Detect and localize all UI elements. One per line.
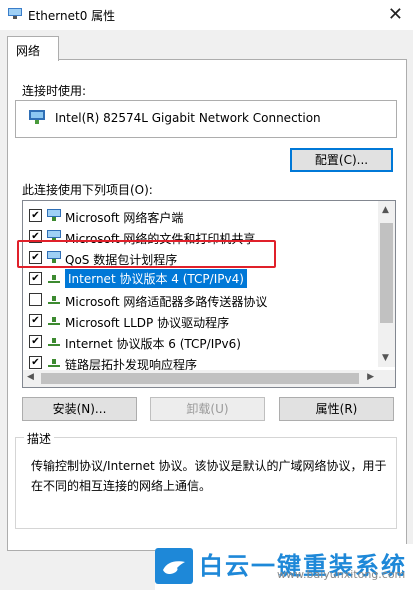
checkbox[interactable]: ✔ (29, 314, 42, 327)
watermark-url: www.baiyunxitong.com (277, 568, 406, 581)
highlight-box (17, 240, 276, 268)
protocol-icon (48, 296, 60, 304)
tab-network-label: 网络 (16, 44, 41, 58)
checkbox[interactable]: ✔ (29, 335, 42, 348)
connect-using-label: 连接时使用: (22, 84, 87, 98)
close-icon[interactable]: ✕ (388, 4, 403, 25)
protocol-icon (48, 317, 60, 325)
checkbox[interactable] (29, 293, 42, 306)
list-item-selected[interactable]: ✔ Internet 协议版本 4 (TCP/IPv4) (23, 268, 375, 289)
title-bar: Ethernet0 属性 ✕ (0, 0, 413, 30)
item-label: Microsoft LLDP 协议驱动程序 (65, 316, 230, 330)
description-text: 传输控制协议/Internet 协议。该协议是默认的广域网络协议，用于在不同的相… (31, 459, 387, 493)
list-item[interactable]: ✔ Microsoft LLDP 协议驱动程序 (23, 310, 375, 331)
description-group: 描述 传输控制协议/Internet 协议。该协议是默认的广域网络协议，用于在不… (15, 430, 397, 529)
scroll-corner (378, 370, 395, 387)
uninstall-button[interactable]: 卸载(U) (150, 397, 265, 421)
adapter-name: Intel(R) 82574L Gigabit Network Connecti… (55, 111, 321, 125)
bird-logo-icon (155, 548, 193, 584)
scroll-up-icon[interactable]: ▲ (382, 205, 389, 215)
scroll-left-icon[interactable]: ◀ (27, 372, 34, 382)
bird-icon (163, 561, 185, 574)
scroll-down-icon[interactable]: ▼ (382, 353, 389, 363)
checkbox[interactable]: ✔ (29, 272, 42, 285)
tab-network[interactable]: 网络 (7, 36, 59, 61)
list-item[interactable]: ✔ Internet 协议版本 6 (TCP/IPv6) (23, 331, 375, 352)
scroll-thumb[interactable] (41, 373, 359, 384)
vertical-scrollbar[interactable]: ▲ ▼ (378, 201, 395, 367)
watermark: 白云一键重装系统 www.baiyunxitong.com (155, 544, 413, 590)
description-legend: 描述 (24, 430, 55, 447)
adapter-box: Intel(R) 82574L Gigabit Network Connecti… (15, 100, 397, 138)
checkbox[interactable]: ✔ (29, 209, 42, 222)
configure-button[interactable]: 配置(C)... (290, 148, 393, 172)
install-button[interactable]: 安装(N)... (22, 397, 137, 421)
properties-button[interactable]: 属性(R) (279, 397, 394, 421)
scroll-thumb[interactable] (380, 223, 393, 323)
item-label: Internet 协议版本 6 (TCP/IPv6) (65, 337, 241, 351)
window-title: Ethernet0 属性 (28, 9, 116, 23)
components-list[interactable]: ✔ Microsoft 网络客户端 ✔ Microsoft 网络的文件和打印机共… (22, 200, 396, 388)
item-label: Microsoft 网络适配器多路传送器协议 (65, 295, 268, 309)
network-adapter-icon (29, 110, 45, 124)
checkbox[interactable]: ✔ (29, 356, 42, 369)
protocol-icon (48, 275, 60, 283)
network-adapter-icon (8, 8, 22, 19)
list-item[interactable]: Microsoft 网络适配器多路传送器协议 (23, 289, 375, 310)
protocol-icon (48, 359, 60, 367)
list-item[interactable]: ✔ Microsoft 网络客户端 (23, 205, 375, 226)
items-label: 此连接使用下列项目(O): (22, 183, 153, 197)
horizontal-scrollbar[interactable]: ◀ ▶ (23, 370, 378, 387)
network-client-icon (47, 209, 61, 221)
item-label: Microsoft 网络客户端 (65, 211, 184, 225)
protocol-icon (48, 338, 60, 346)
scroll-right-icon[interactable]: ▶ (367, 372, 374, 382)
item-label: Internet 协议版本 4 (TCP/IPv4) (65, 269, 247, 288)
